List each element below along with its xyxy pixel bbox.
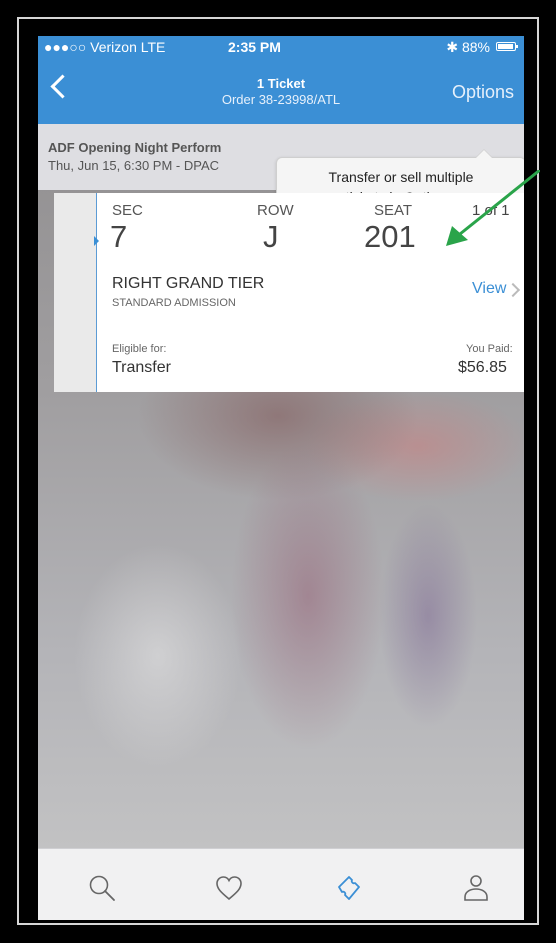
admission-type: STANDARD ADMISSION	[112, 297, 236, 309]
battery-label: ✱ 88%	[446, 39, 490, 55]
paid-value: $56.85	[458, 359, 507, 376]
chevron-right-icon[interactable]	[505, 282, 521, 298]
person-icon	[464, 875, 488, 901]
view-button[interactable]: View	[472, 280, 506, 298]
tab-tickets[interactable]	[335, 873, 365, 903]
time-label: 2:35 PM	[228, 39, 281, 55]
row-label: ROW	[257, 202, 294, 219]
tab-search[interactable]	[87, 873, 117, 903]
nav-bar: 1 Ticket Order 38-23998/ATL Options	[38, 58, 524, 124]
sec-value: 7	[110, 219, 128, 254]
event-name: ADF Opening Night Perform	[48, 140, 222, 155]
row-value: J	[263, 219, 279, 254]
sec-label: SEC	[112, 202, 143, 219]
heart-icon	[216, 876, 242, 901]
seat-label: SEAT	[374, 202, 413, 219]
carrier-label: ●●●○○ Verizon LTE	[44, 39, 166, 55]
section-name: RIGHT GRAND TIER	[112, 275, 265, 292]
seat-value: 201	[364, 219, 416, 254]
ticket-icon	[338, 876, 360, 900]
event-datetime: Thu, Jun 15, 6:30 PM - DPAC	[48, 158, 219, 173]
ticket-stub	[54, 193, 96, 392]
options-button[interactable]: Options	[452, 82, 514, 103]
search-icon	[89, 875, 115, 901]
tab-favorites[interactable]	[214, 873, 244, 903]
tab-account[interactable]	[461, 873, 491, 903]
phone-screen: ●●●○○ Verizon LTE 2:35 PM ✱ 88% 1 Ticket…	[38, 36, 524, 920]
status-bar: ●●●○○ Verizon LTE 2:35 PM ✱ 88%	[38, 36, 524, 58]
eligible-value: Transfer	[112, 359, 171, 376]
annotation-arrow-icon	[446, 170, 540, 246]
tab-bar	[38, 848, 524, 920]
selected-indicator-icon	[94, 236, 99, 246]
paid-label: You Paid:	[466, 343, 513, 355]
battery-icon	[496, 42, 518, 51]
ticket-divider	[96, 193, 97, 392]
eligible-label: Eligible for:	[112, 343, 167, 355]
